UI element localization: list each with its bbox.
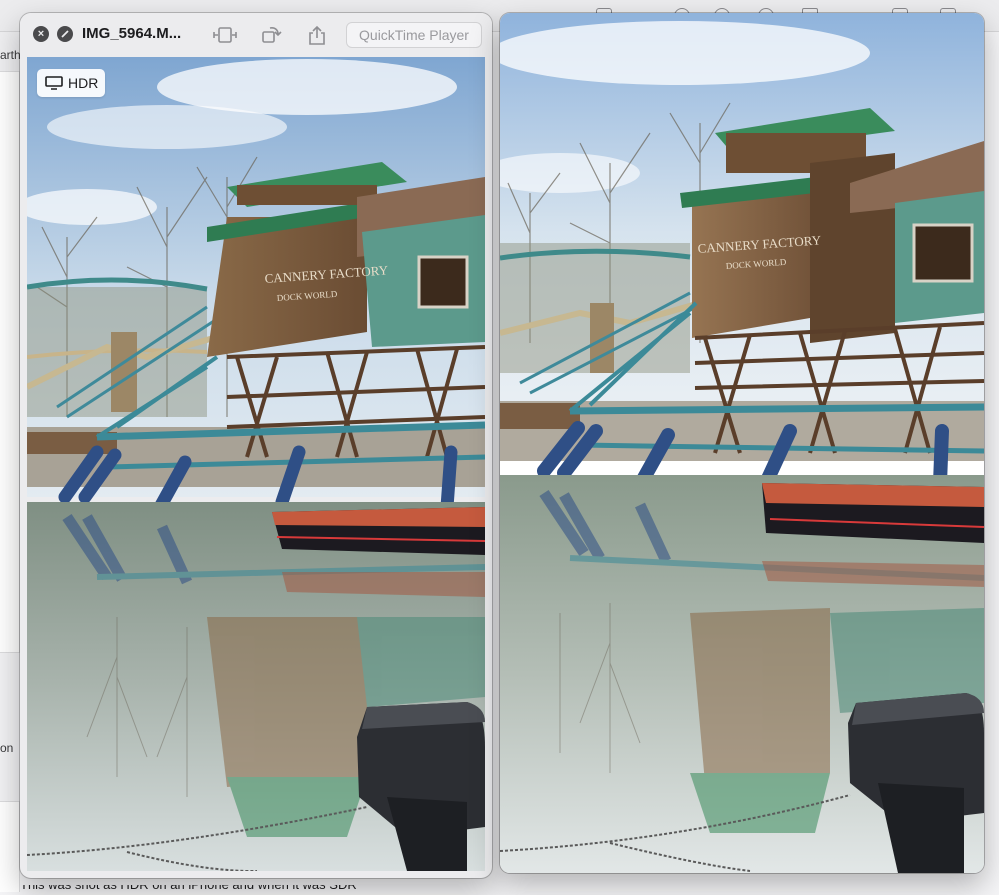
quicktime-window: × IMG_5964.M... QuickTime Player CANNERY… <box>20 13 492 878</box>
filmstrip-icon[interactable] <box>212 25 237 45</box>
window-titlebar: × IMG_5964.M... QuickTime Player <box>20 13 492 57</box>
app-name-label: QuickTime Player <box>346 22 482 48</box>
rotate-icon[interactable] <box>260 25 282 45</box>
hdr-badge: HDR <box>37 69 105 97</box>
window-title: IMG_5964.M... <box>82 25 182 42</box>
video-frame-image: CANNERY FACTORY DOCK WORLD <box>27 57 485 871</box>
display-icon <box>45 76 63 90</box>
hdr-label: HDR <box>68 75 99 91</box>
background-panel <box>0 652 20 802</box>
fullscreen-icon[interactable] <box>57 26 73 42</box>
close-icon[interactable]: × <box>33 26 49 42</box>
share-icon[interactable] <box>307 25 329 45</box>
sdr-photo-image: CANNERY FACTORY DOCK WORLD <box>500 13 984 873</box>
photo-preview-window: CANNERY FACTORY DOCK WORLD <box>500 13 984 873</box>
video-player[interactable]: CANNERY FACTORY DOCK WORLD HDR <box>27 57 485 871</box>
background-text-fragment: on <box>0 741 14 755</box>
background-text-fragment: arth <box>0 48 21 62</box>
background-post-text: This was shot as HDR on an iPhone and wh… <box>20 877 357 892</box>
